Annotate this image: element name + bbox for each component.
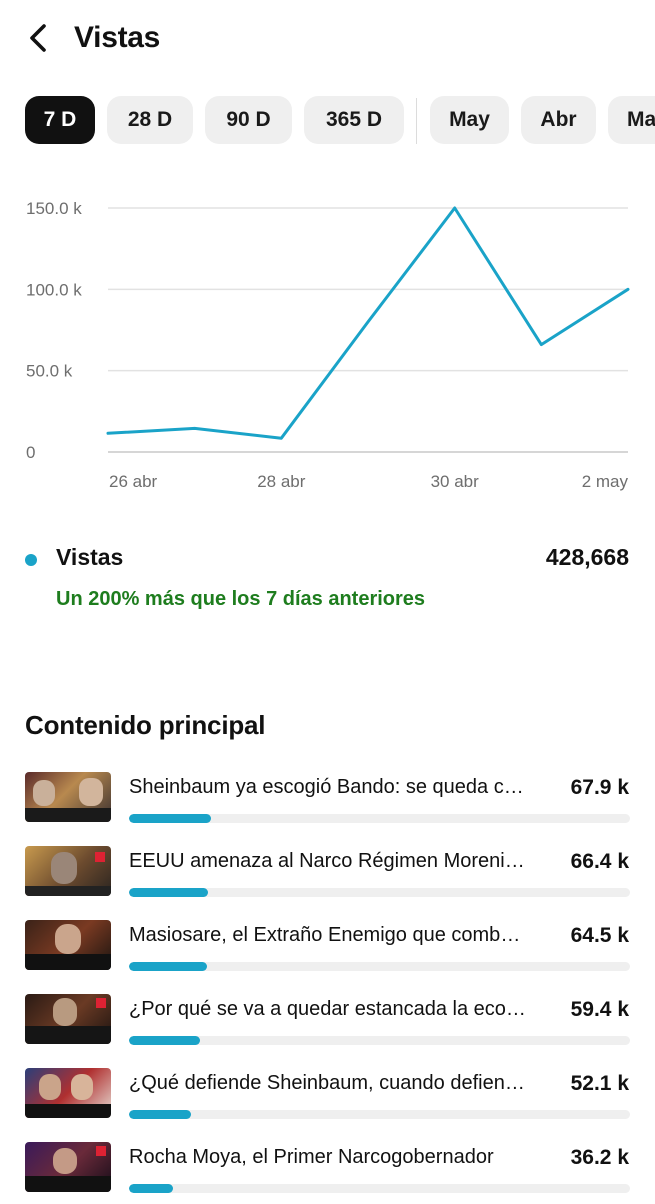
content-title: ¿Por qué se va a quedar estancada la eco…: [129, 998, 529, 1020]
progress-fill: [129, 962, 207, 971]
content-row[interactable]: ¿Qué defiende Sheinbaum, cuando defiende…: [0, 1064, 655, 1130]
back-button[interactable]: [18, 18, 58, 58]
x-tick-label: 30 abr: [431, 472, 480, 491]
video-thumbnail: [25, 1142, 111, 1192]
content-title: Masiosare, el Extraño Enemigo que combat…: [129, 924, 529, 946]
views-chart-svg: 150.0 k 100.0 k 50.0 k 0 26 abr 28 abr 30 abr 2…: [26, 199, 630, 491]
content-value: 59.4 k: [570, 998, 629, 1021]
progress-track: [129, 888, 630, 897]
views-summary: Vistas 428,668 Un 200% más que los 7 día…: [0, 540, 655, 620]
content-title: Rocha Moya, el Primer Narcogobernador: [129, 1146, 494, 1168]
progress-fill: [129, 1110, 192, 1119]
period-chip-7d[interactable]: 7 D: [25, 96, 95, 144]
content-row[interactable]: Sheinbaum ya escogió Bando: se queda con…: [0, 768, 655, 834]
video-thumbnail: [25, 920, 111, 970]
series-dot: [25, 554, 37, 566]
video-thumbnail: [25, 994, 111, 1044]
period-chip-28d[interactable]: 28 D: [107, 96, 193, 144]
content-value: 64.5 k: [570, 924, 629, 947]
progress-fill: [129, 888, 208, 897]
period-chip-may[interactable]: May: [430, 96, 509, 144]
y-tick-label: 50.0 k: [26, 362, 73, 381]
video-thumbnail: [25, 846, 111, 896]
content-title: EEUU amenaza al Narco Régimen Morenista: [129, 850, 529, 872]
period-divider: [416, 98, 417, 144]
metric-value: 428,668: [545, 544, 629, 570]
progress-track: [129, 962, 630, 971]
x-tick-label: 26 abr: [109, 472, 158, 491]
period-chip-365d[interactable]: 365 D: [304, 96, 404, 144]
content-row[interactable]: Rocha Moya, el Primer Narcogobernador 36…: [0, 1138, 655, 1204]
progress-track: [129, 1184, 630, 1193]
video-thumbnail: [25, 1068, 111, 1118]
content-title: Sheinbaum ya escogió Bando: se queda con…: [129, 776, 529, 798]
progress-fill: [129, 814, 211, 823]
video-thumbnail: [25, 772, 111, 822]
metric-label: Vistas: [56, 544, 124, 570]
content-row[interactable]: Masiosare, el Extraño Enemigo que combat…: [0, 916, 655, 982]
x-tick-label: 28 abr: [257, 472, 306, 491]
progress-fill: [129, 1184, 173, 1193]
y-tick-label: 100.0 k: [26, 280, 82, 299]
y-tick-label: 0: [26, 443, 35, 462]
progress-track: [129, 1110, 630, 1119]
content-row[interactable]: ¿Por qué se va a quedar estancada la eco…: [0, 990, 655, 1056]
chevron-left-icon: [30, 24, 46, 52]
content-value: 67.9 k: [570, 776, 629, 799]
header: Vistas: [0, 0, 655, 78]
content-value: 66.4 k: [570, 850, 629, 873]
y-tick-label: 150.0 k: [26, 199, 82, 218]
period-chip-90d[interactable]: 90 D: [205, 96, 292, 144]
content-row[interactable]: EEUU amenaza al Narco Régimen Morenista …: [0, 842, 655, 908]
content-value: 52.1 k: [570, 1072, 629, 1095]
x-tick-label: 2 may: [582, 472, 629, 491]
period-chip-mar[interactable]: Mar: [608, 96, 655, 144]
page-title: Vistas: [74, 21, 161, 54]
progress-track: [129, 1036, 630, 1045]
period-chip-abr[interactable]: Abr: [521, 96, 596, 144]
content-title: ¿Qué defiende Sheinbaum, cuando defiende…: [129, 1072, 529, 1094]
top-content-list: Sheinbaum ya escogió Bando: se queda con…: [0, 768, 655, 1200]
section-title: Contenido principal: [25, 710, 266, 740]
change-text: Un 200% más que los 7 días anteriores: [56, 588, 426, 610]
content-value: 36.2 k: [570, 1146, 629, 1169]
progress-track: [129, 814, 630, 823]
views-chart: 150.0 k 100.0 k 50.0 k 0 26 abr 28 abr 30 abr 2…: [0, 180, 655, 510]
progress-fill: [129, 1036, 201, 1045]
period-selector: 7 D 28 D 90 D 365 D May Abr Mar: [0, 96, 655, 146]
